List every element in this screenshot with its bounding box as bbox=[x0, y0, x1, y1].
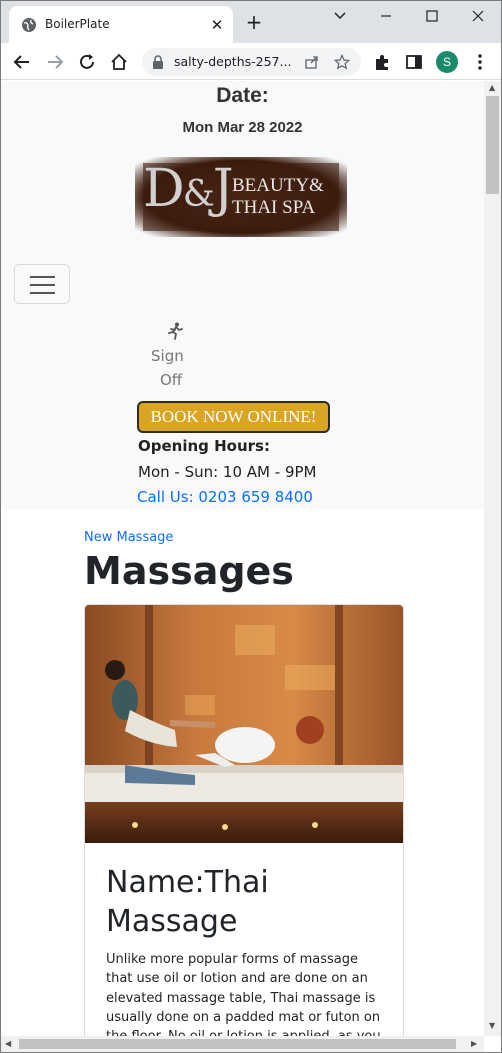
vertical-scrollbar[interactable]: ▲ ▼ bbox=[484, 81, 501, 1036]
tab-title: BoilerPlate bbox=[45, 17, 110, 31]
running-person-icon[interactable] bbox=[167, 322, 183, 340]
back-arrow-icon[interactable] bbox=[12, 52, 32, 72]
lock-icon[interactable] bbox=[152, 55, 164, 69]
url-text[interactable]: salty-depths-257... bbox=[174, 54, 291, 69]
browser-tab-bar: BoilerPlate ✕ + bbox=[0, 0, 502, 43]
scroll-left-arrow-icon[interactable]: ◀ bbox=[5, 1039, 11, 1048]
maximize-icon[interactable] bbox=[422, 8, 442, 24]
new-massage-link[interactable]: New Massage bbox=[84, 530, 173, 545]
more-menu-icon[interactable] bbox=[470, 52, 490, 72]
hamburger-icon bbox=[30, 276, 55, 278]
sign-off-link[interactable]: Sign bbox=[151, 347, 184, 365]
date-value: Mon Mar 28 2022 bbox=[182, 119, 303, 136]
thai-massage-photo bbox=[85, 605, 403, 843]
scroll-right-arrow-icon[interactable]: ▶ bbox=[471, 1039, 477, 1048]
side-panel-icon[interactable] bbox=[404, 52, 424, 72]
horizontal-scroll-thumb[interactable] bbox=[19, 1039, 456, 1049]
new-tab-button[interactable]: + bbox=[244, 12, 264, 32]
logo-monogram: D&J bbox=[143, 159, 234, 219]
reload-icon[interactable] bbox=[77, 52, 97, 72]
share-icon[interactable] bbox=[304, 54, 320, 70]
call-us-link[interactable]: Call Us: 0203 659 8400 bbox=[137, 488, 313, 506]
home-icon[interactable] bbox=[109, 52, 129, 72]
navbar-toggler-button[interactable] bbox=[14, 264, 70, 304]
logo-letter-d: D bbox=[143, 159, 185, 219]
minimize-icon[interactable] bbox=[376, 8, 396, 24]
logo-text-thai-spa: THAI SPA bbox=[232, 197, 316, 218]
tab-search-chevron-icon[interactable] bbox=[330, 8, 350, 24]
page-title: Massages bbox=[84, 549, 294, 593]
logo-ampersand: & bbox=[182, 174, 215, 215]
bookmark-star-icon[interactable] bbox=[334, 54, 350, 70]
address-bar[interactable]: salty-depths-257... bbox=[142, 48, 361, 76]
scroll-down-arrow-icon[interactable]: ▼ bbox=[489, 1021, 495, 1030]
logo-letter-j: J bbox=[212, 159, 234, 219]
profile-avatar[interactable]: S bbox=[436, 51, 458, 73]
browser-tab[interactable]: BoilerPlate ✕ bbox=[9, 6, 233, 43]
book-now-button[interactable]: BOOK NOW ONLINE! bbox=[137, 401, 330, 433]
hamburger-icon-bottom bbox=[30, 292, 55, 294]
opening-hours-value: Mon - Sun: 10 AM - 9PM bbox=[138, 463, 317, 481]
logo-text-beauty: BEAUTY& bbox=[232, 175, 324, 196]
hamburger-icon-mid bbox=[30, 284, 55, 286]
scroll-up-arrow-icon[interactable]: ▲ bbox=[489, 83, 495, 92]
browser-toolbar: salty-depths-257... S bbox=[0, 43, 502, 80]
card-description: Unlike more popular forms of massage tha… bbox=[106, 952, 381, 1036]
horizontal-scrollbar[interactable]: ◀ ▶ bbox=[1, 1036, 484, 1052]
vertical-scroll-thumb[interactable] bbox=[486, 96, 499, 194]
page-viewport: Date: Mon Mar 28 2022 D&J BEAUTY& THAI S… bbox=[1, 81, 484, 1036]
close-window-icon[interactable] bbox=[468, 8, 488, 24]
globe-icon bbox=[22, 18, 36, 32]
date-label: Date: bbox=[216, 84, 269, 107]
close-tab-icon[interactable]: ✕ bbox=[209, 16, 225, 34]
card-title: Name:Thai Massage bbox=[106, 865, 269, 939]
massage-card: Name:Thai Massage Unlike more popular fo… bbox=[84, 604, 404, 1036]
forward-arrow-icon[interactable] bbox=[45, 52, 65, 72]
sign-off-link-line2[interactable]: Off bbox=[160, 371, 182, 389]
brand-logo[interactable]: D&J BEAUTY& THAI SPA bbox=[135, 157, 347, 237]
opening-hours-label: Opening Hours: bbox=[138, 437, 270, 455]
extensions-puzzle-icon[interactable] bbox=[372, 52, 392, 72]
